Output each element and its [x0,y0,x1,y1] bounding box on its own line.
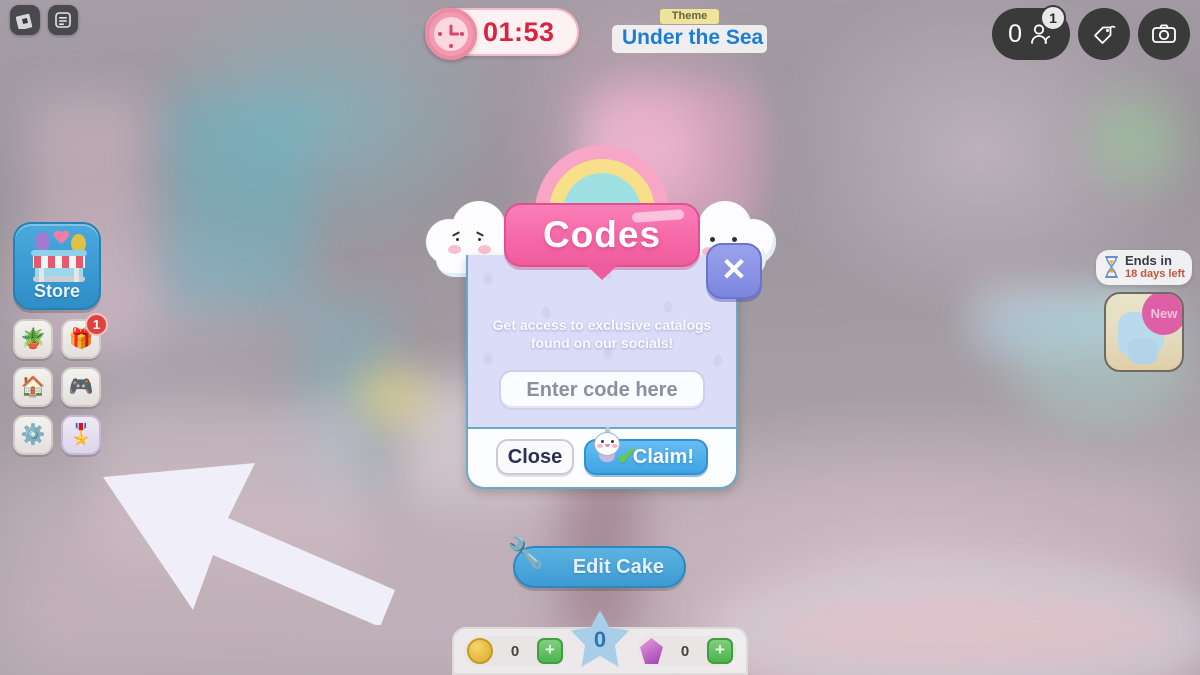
modal-footer: Close ✔ Claim! [468,426,736,487]
close-x-glyph: ✕ [721,252,747,287]
gem-group: 0 + [637,636,736,666]
medal-badge-icon: 🎖️ [68,424,94,446]
sidebar-item-settings[interactable]: ⚙️ [13,415,53,455]
shop-icon [29,230,89,290]
code-input-placeholder: Enter code here [526,378,678,401]
blue-item-icon-shadow [1128,338,1158,365]
gift-badge: 1 [85,313,108,336]
featured-item-card[interactable]: New [1104,292,1184,373]
theme-label: Theme [659,9,720,24]
house-icon: 🏠 [20,376,46,398]
left-sidebar: Store 🪴 🎁 1 🏠 🎮 ⚙️ 🎖️ [13,222,109,455]
right-panel: Ends in 18 days left New [1096,250,1192,373]
sidebar-button-grid: 🪴 🎁 1 🏠 🎮 ⚙️ 🎖️ [13,313,108,455]
sidebar-item-house[interactable]: 🏠 [13,367,53,407]
close-button-label: Close [507,445,563,468]
flower-value: 0 [593,627,607,652]
pointer-arrow-annotation [103,463,395,625]
top-right-controls: 0 1 [992,5,1190,60]
camera-button[interactable] [1138,8,1190,60]
tag-button[interactable] [1078,8,1130,60]
claim-button-label: Claim! [632,445,694,468]
theme-display: Theme Under the Sea [612,6,767,53]
green-check-icon: ✔ [616,441,638,471]
new-badge: New [1142,294,1182,336]
add-coins-button[interactable]: + [537,638,563,664]
sidebar-item-device[interactable]: 🎮 [61,367,101,407]
add-gems-button[interactable]: + [707,638,733,664]
gear-icon: ⚙️ [20,424,46,446]
hourglass-icon [1105,256,1118,279]
close-x-icon[interactable]: ✕ [706,243,762,299]
coin-group: 0 + [464,636,566,666]
currency-bar: 0 + 0 0 + [452,610,748,675]
event-timer: Ends in 18 days left [1096,250,1192,286]
player-count-badge: 1 [1040,5,1066,31]
theme-value: Under the Sea [612,25,767,53]
tag-icon [1094,25,1116,44]
modal-title-banner: Codes [504,203,700,267]
edit-cake-button[interactable]: 🔧 Edit Cake [507,537,686,588]
gem-icon [640,638,663,664]
ends-in-label: Ends in [1125,253,1172,268]
modal-body: Get access to exclusive catalogs found o… [466,255,738,489]
code-input[interactable]: Enter code here [499,370,705,410]
claim-button[interactable]: ✔ Claim! [584,426,708,475]
close-button[interactable]: Close [496,439,574,475]
wrench-cake-icon: 🔧 [507,537,545,570]
flower-badge-icon: 0 [569,610,631,672]
edit-cake-label: Edit Cake [572,555,664,578]
modal-description: Get access to exclusive catalogs found o… [492,317,712,351]
gold-coin-icon [467,638,493,664]
sidebar-item-gifts[interactable]: 🎁 1 [61,313,108,359]
round-timer: 01:53 [425,8,579,60]
coin-value: 0 [510,642,520,660]
menu-list-icon[interactable] [48,5,78,35]
potted-plant-icon: 🪴 [20,328,46,350]
ends-in-value: 18 days left [1125,267,1185,280]
sidebar-item-plants[interactable]: 🪴 [13,319,53,359]
gem-value: 0 [680,642,690,660]
player-count-button[interactable]: 0 1 [992,5,1070,60]
store-button[interactable]: Store [13,222,101,310]
camera-icon [1152,24,1176,43]
handheld-console-icon: 🎮 [68,376,94,398]
os-overlay-icons [10,5,78,35]
timer-value: 01:53 [483,16,555,47]
clock-icon [425,8,477,60]
heart-balloon-icon [53,230,70,244]
roblox-logo-icon[interactable] [10,5,40,35]
player-count-value: 0 [1008,19,1022,48]
